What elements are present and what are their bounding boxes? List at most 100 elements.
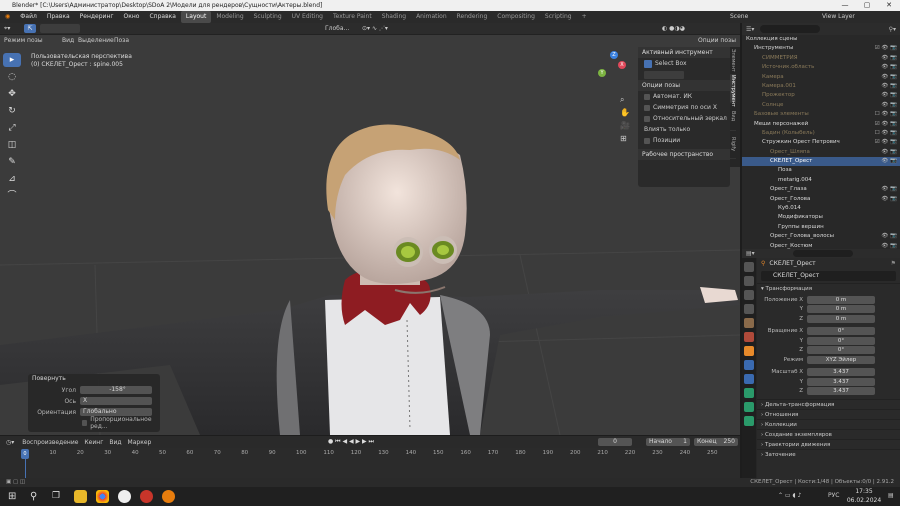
location-y-field[interactable]: 0 m [807, 305, 875, 314]
x-mirror-checkbox[interactable] [644, 104, 650, 111]
location-x-field[interactable]: 0 m [807, 295, 875, 304]
menu-marker[interactable]: Маркер [128, 439, 152, 446]
minimize-button[interactable]: — [834, 0, 856, 11]
select-mode-group[interactable] [40, 24, 80, 33]
scale-z-field[interactable]: 3.437 [807, 387, 875, 396]
visibility-toggles[interactable]: 👁 📷 [881, 195, 897, 204]
bone-tab-icon[interactable] [744, 416, 754, 426]
constraint-tab-icon[interactable] [744, 388, 754, 398]
view-layer-tab-icon[interactable] [744, 304, 754, 314]
playhead[interactable]: 0 [21, 449, 29, 459]
editor-type-icon[interactable]: ⌖▾ [4, 25, 10, 33]
outliner-row[interactable]: Источник.область 👁 📷 [742, 63, 900, 72]
selection-mode-buttons[interactable] [644, 70, 684, 79]
language-indicator[interactable]: РУС [828, 492, 839, 499]
outliner-row[interactable]: Модификаторы [742, 213, 900, 222]
outliner-row[interactable]: Орест_Шляпа 👁 📷 [742, 148, 900, 157]
axis-field[interactable]: X [80, 397, 152, 405]
windows-start-icon[interactable]: ⊞ [8, 490, 21, 503]
outliner-search-input[interactable] [760, 25, 821, 33]
outliner-row[interactable]: Бадин (Колыбель) ☐ 👁 📷 [742, 129, 900, 138]
visibility-toggles[interactable]: 👁 📷 [881, 101, 897, 110]
search-icon[interactable]: ⚲ [30, 490, 43, 503]
outliner-row[interactable]: Инструменты ☑ 👁 📷 [742, 44, 900, 53]
chrome-icon[interactable] [96, 490, 109, 503]
menu-edit[interactable]: Правка [42, 11, 75, 23]
mode-selector[interactable]: Режим позы [4, 37, 43, 44]
visibility-toggles[interactable]: 👁 📷 [881, 73, 897, 82]
visibility-toggles[interactable]: ☑ 👁 📷 [875, 138, 897, 147]
visibility-toggles[interactable]: 👁 📷 [881, 63, 897, 72]
scene-tab-icon[interactable] [744, 318, 754, 328]
menu-playback[interactable]: Воспроизведение [22, 439, 78, 446]
outliner-row[interactable]: Солнце 👁 📷 [742, 101, 900, 110]
scale-x-field[interactable]: 3.437 [807, 368, 875, 377]
object-name-field[interactable]: СКЕЛЕТ_Орест [761, 271, 896, 281]
tab-item[interactable]: Элемент [730, 47, 736, 75]
clock-date[interactable]: 06.02.2024 [846, 497, 882, 504]
select-box-tool[interactable]: ▸ [3, 53, 21, 67]
viewport-nav-icons[interactable]: ⌕ ✋ 🎥 ⊞ [620, 93, 630, 145]
physics-tab-icon[interactable] [744, 374, 754, 384]
clock-time[interactable]: 17:35 [849, 488, 879, 495]
outliner-row[interactable]: Коллекция сцены [742, 35, 900, 44]
visibility-toggles[interactable]: 👁 📷 [881, 157, 897, 166]
transform-tool[interactable]: ◫ [3, 138, 21, 152]
app-icon[interactable] [140, 490, 153, 503]
visibility-toggles[interactable]: ☑ 👁 📷 [875, 120, 897, 129]
render-tab-icon[interactable] [744, 276, 754, 286]
world-tab-icon[interactable] [744, 332, 754, 342]
workspace-header[interactable]: Рабочее пространство [638, 149, 730, 160]
outliner-row[interactable]: Куб.014 [742, 204, 900, 213]
motion-paths-header[interactable]: › Траектории движения [757, 439, 900, 449]
active-tool-header[interactable]: Активный инструмент [638, 47, 730, 58]
menu-render[interactable]: Рендеринг [75, 11, 119, 23]
tool-tab-icon[interactable] [744, 262, 754, 272]
file-explorer-icon[interactable] [74, 490, 87, 503]
tab-view[interactable]: Вид [730, 103, 736, 131]
tab-texture-paint[interactable]: Texture Paint [328, 11, 377, 23]
tab-compositing[interactable]: Compositing [492, 11, 540, 23]
location-z-field[interactable]: 0 m [807, 314, 875, 323]
cursor-tool[interactable]: ◌ [3, 70, 21, 84]
unreal-icon[interactable] [118, 490, 131, 503]
visibility-toggles[interactable]: 👁 📷 [881, 185, 897, 194]
rotation-y-field[interactable]: 0° [807, 336, 875, 345]
relative-mirror-checkbox[interactable] [644, 115, 650, 122]
menu-timeline-view[interactable]: Вид [109, 439, 121, 446]
tab-shading[interactable]: Shading [377, 11, 411, 23]
maximize-button[interactable]: ▢ [856, 0, 878, 11]
annotate-tool[interactable]: ✎ [3, 155, 21, 169]
outliner-row[interactable]: Орест_Голова 👁 📷 [742, 195, 900, 204]
angle-field[interactable]: -158° [80, 386, 152, 394]
outliner-row[interactable]: Поза [742, 166, 900, 175]
visibility-toggles[interactable]: 👁 📷 [881, 232, 897, 241]
gizmo-y-icon[interactable]: Y [598, 69, 606, 77]
pin-icon[interactable]: ⚑ [891, 258, 896, 269]
scale-y-field[interactable]: 3.437 [807, 377, 875, 386]
rotation-z-field[interactable]: 0° [807, 346, 875, 355]
properties-editor-icon[interactable]: ▤▾ [746, 250, 755, 257]
measure-tool[interactable]: ⊿ [3, 172, 21, 186]
tray-icons[interactable]: ⌃ ▭ ◖ ♪ [778, 492, 801, 499]
menu-pose[interactable]: Поза [114, 37, 129, 44]
blender-logo-icon[interactable]: ◉ [0, 11, 15, 23]
menu-window[interactable]: Окно [119, 11, 145, 23]
visibility-toggles[interactable]: ☑ 👁 📷 [875, 44, 897, 53]
modifier-tab-icon[interactable] [744, 360, 754, 370]
outliner-row[interactable]: Камера.001 👁 📷 [742, 82, 900, 91]
menu-help[interactable]: Справка [144, 11, 180, 23]
filter-icon[interactable]: ⚲▾ [889, 26, 896, 33]
outliner-row[interactable]: Прожектор 👁 📷 [742, 91, 900, 100]
visibility-toggles[interactable]: 👁 📷 [881, 148, 897, 157]
menu-view[interactable]: Вид [62, 37, 74, 44]
end-frame-field[interactable]: Конец 250 [694, 438, 738, 446]
rotation-mode-dropdown[interactable]: XYZ Эйлер [807, 355, 875, 364]
outliner-row[interactable]: Стружкин Орест Петрович ☑ 👁 📷 [742, 138, 900, 147]
menu-select[interactable]: Выделение [78, 37, 114, 44]
tab-layout[interactable]: Layout [180, 11, 212, 23]
data-tab-icon[interactable] [744, 402, 754, 412]
scene-selector[interactable]: Scene [730, 11, 748, 23]
rotate-tool[interactable]: ↻ [3, 104, 21, 118]
outliner-row[interactable]: metarig.004 [742, 176, 900, 185]
